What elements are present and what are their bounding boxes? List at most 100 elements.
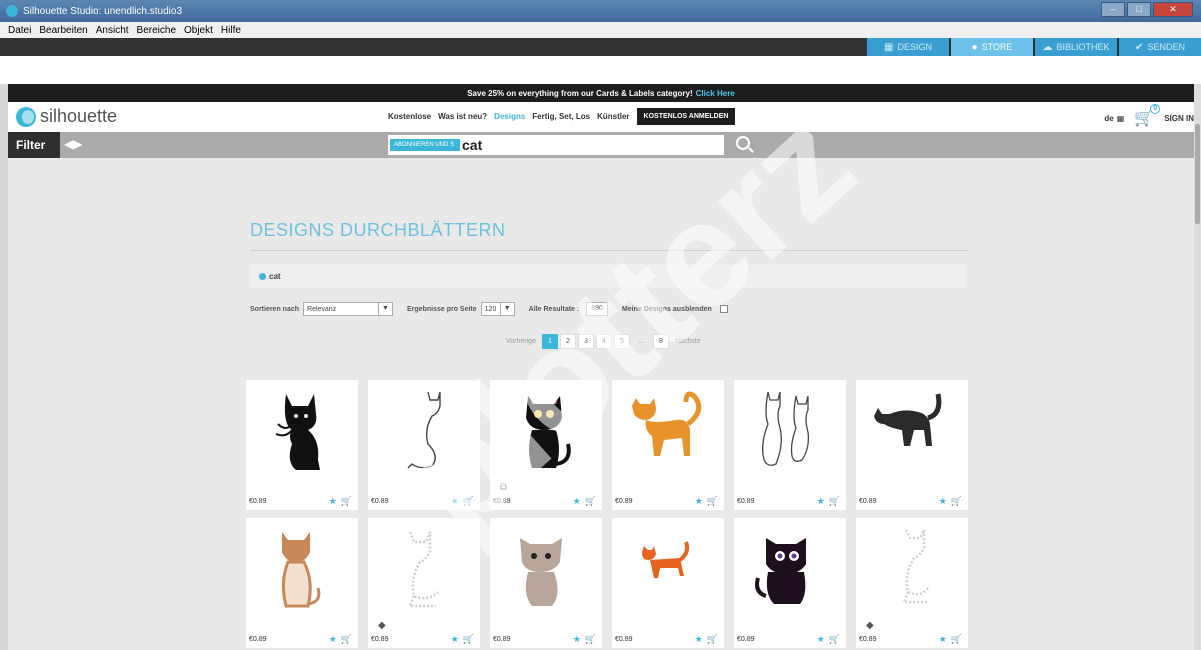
add-to-cart-icon[interactable]: 🛒 [707,634,718,645]
favorite-star-icon[interactable]: ★ [695,496,703,507]
design-card[interactable]: €0.89 ★ 🛒 [246,518,358,648]
menu-hilfe[interactable]: Hilfe [221,25,241,36]
cart-icon[interactable]: 🛒 0 [1134,104,1161,128]
price-label: €0.89 [493,636,511,643]
design-card[interactable]: ◆ €0.89 ★ 🛒 [856,518,968,648]
hide-my-designs-checkbox[interactable] [719,305,728,313]
per-page-label: Ergebnisse pro Seite [407,305,477,313]
favorite-star-icon[interactable]: ★ [573,496,581,507]
nav-kuenstler[interactable]: Künstler [597,112,629,121]
design-card[interactable]: €0.89 ★ 🛒 [734,380,846,510]
filter-toggle-arrows-icon[interactable]: ◀▶ [64,137,82,151]
nav-designs[interactable]: Designs [494,112,525,121]
favorite-star-icon[interactable]: ★ [329,634,337,645]
cat-fluffy-black-icon [755,538,806,604]
page-2[interactable]: 2 [559,334,576,349]
signin-link[interactable]: SIGN IN [1164,114,1194,123]
add-to-cart-icon[interactable]: 🛒 [829,496,840,507]
favorite-star-icon[interactable]: ★ [939,496,947,507]
design-card[interactable]: €0.89 ★ 🛒 [368,380,480,510]
design-card[interactable]: €0.89 ★ 🛒 [734,518,846,648]
search-scope-tag[interactable]: ABONNIEREN UND S [390,139,460,151]
favorite-star-icon[interactable]: ★ [329,496,337,507]
cat-tan-sitting-icon [281,532,321,608]
design-card[interactable]: €0.89 ★ 🛒 [490,518,602,648]
nav-fertig-set-los[interactable]: Fertig, Set, Los [532,112,590,121]
nav-kostenlose[interactable]: Kostenlose [388,112,431,121]
signup-button[interactable]: KOSTENLOS ANMELDEN [636,108,736,125]
design-card[interactable]: ◆ €0.89 ★ 🛒 [368,518,480,648]
per-page-select[interactable]: 120 ▼ [480,302,515,316]
add-to-cart-icon[interactable]: 🛒 [951,634,962,645]
vertical-scrollbar[interactable] [1194,84,1201,650]
design-card[interactable]: ⧉ €0.89 ★ 🛒 [490,380,602,510]
cat-outline-icon [407,391,441,469]
favorite-star-icon[interactable]: ★ [939,634,947,645]
logo-icon [16,106,36,127]
menu-datei[interactable]: Datei [8,25,31,36]
flag-icon: ▦ [1116,113,1125,123]
page-title: DESIGNS DURCHBLÄTTERN [250,220,506,240]
nav-was-ist-neu[interactable]: Was ist neu? [438,112,487,121]
menu-objekt[interactable]: Objekt [184,25,213,36]
close-button[interactable]: ✕ [1153,2,1193,17]
add-to-cart-icon[interactable]: 🛒 [341,634,352,645]
tab-design[interactable]: ▦ Design [867,38,949,56]
price-label: €0.89 [737,498,755,505]
cat-sitting-swirl-icon [275,394,320,470]
price-label: €0.89 [249,498,267,505]
tab-bibliothek[interactable]: ☁ Bibliothek [1035,38,1117,56]
search-input[interactable] [460,137,710,153]
add-to-cart-icon[interactable]: 🛒 [341,496,352,507]
menu-ansicht[interactable]: Ansicht [96,25,129,36]
add-to-cart-icon[interactable]: 🛒 [463,634,474,645]
maximize-button[interactable]: □ [1127,2,1151,17]
remove-tag-icon[interactable] [259,272,266,280]
pagination: Vorherige 1 2 3 4 5 … 8 Nächste [502,334,705,349]
tab-store[interactable]: ● Store [951,38,1033,56]
tab-senden[interactable]: ✔ Senden [1119,38,1201,56]
favorite-star-icon[interactable]: ★ [695,634,703,645]
favorite-star-icon[interactable]: ★ [817,496,825,507]
silhouette-logo[interactable]: silhouette [16,106,117,127]
promo-link[interactable]: Click Here [696,89,735,98]
cat-rhinestone-icon [902,529,929,604]
cat-orange-walking-icon [632,391,702,456]
price-label: €0.89 [859,498,877,505]
page-1[interactable]: 1 [541,334,558,349]
active-filter-box: cat [250,264,966,288]
menu-bereiche[interactable]: Bereiche [137,25,176,36]
design-card[interactable]: €0.89 ★ 🛒 [246,380,358,510]
store-browser: Save 25% on everything from our Cards & … [8,84,1194,650]
minimize-button[interactable]: – [1101,2,1125,17]
design-card[interactable]: €0.89 ★ 🛒 [612,380,724,510]
sort-select[interactable]: Relevanz ▼ [303,302,394,316]
add-to-cart-icon[interactable]: 🛒 [463,496,474,507]
menu-bearbeiten[interactable]: Bearbeiten [39,25,87,36]
search-icon[interactable] [736,136,750,150]
silhouette-icon: ● [971,41,978,53]
page-3[interactable]: 3 [577,334,594,349]
pager-next[interactable]: Nächste [675,338,701,345]
scrollbar-thumb[interactable] [1195,124,1200,224]
page-4[interactable]: 4 [595,334,612,349]
window-title: Silhouette Studio: unendlich.studio3 [23,5,183,17]
favorite-star-icon[interactable]: ★ [817,634,825,645]
favorite-star-icon[interactable]: ★ [573,634,581,645]
favorite-star-icon[interactable]: ★ [451,634,459,645]
promo-banner: Save 25% on everything from our Cards & … [8,84,1194,102]
add-to-cart-icon[interactable]: 🛒 [585,634,596,645]
language-selector[interactable]: de ▦ [1104,114,1124,123]
add-to-cart-icon[interactable]: 🛒 [951,496,962,507]
pager-prev[interactable]: Vorherige [506,338,536,345]
page-5[interactable]: 5 [613,334,630,349]
add-to-cart-icon[interactable]: 🛒 [707,496,718,507]
add-to-cart-icon[interactable]: 🛒 [585,496,596,507]
filter-button[interactable]: Filter [8,132,60,158]
design-card[interactable]: €0.89 ★ 🛒 [612,518,724,648]
favorite-star-icon[interactable]: ★ [451,496,459,507]
price-label: €0.89 [615,636,633,643]
add-to-cart-icon[interactable]: 🛒 [829,634,840,645]
page-8[interactable]: 8 [652,334,669,349]
design-card[interactable]: €0.89 ★ 🛒 [856,380,968,510]
